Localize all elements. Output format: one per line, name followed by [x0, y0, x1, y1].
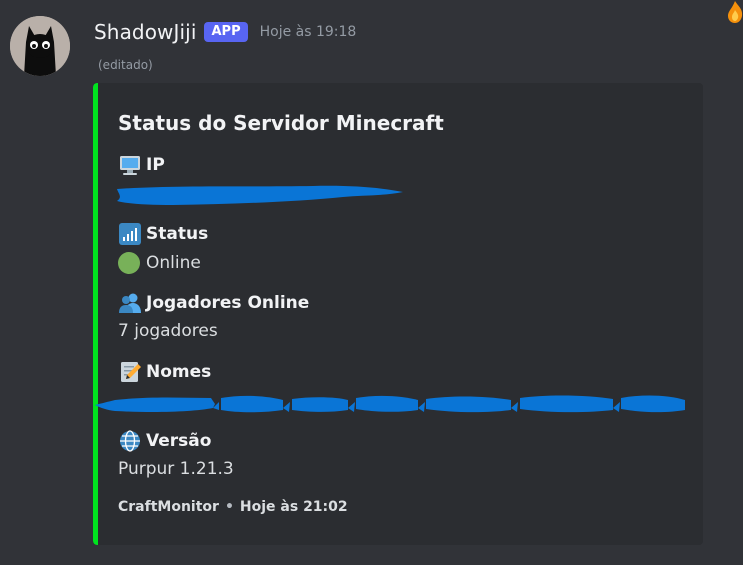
computer-icon [118, 153, 142, 177]
field-status-label: Status [146, 224, 209, 244]
green-circle-icon [118, 252, 140, 274]
field-names-name: Nomes [118, 360, 211, 384]
field-players-value: 7 jogadores [118, 321, 218, 341]
globe-icon [118, 429, 142, 453]
field-players-label: Jogadores Online [146, 293, 310, 313]
field-version-value: Purpur 1.21.3 [118, 459, 234, 479]
embed-footer: CraftMonitor • Hoje às 21:02 [118, 499, 348, 515]
redacted-names [95, 395, 685, 413]
chat-message: ShadowJiji APP Hoje às 19:18 (editado) S… [0, 0, 743, 565]
footer-source: CraftMonitor [118, 499, 219, 515]
edited-label: (editado) [98, 58, 153, 72]
field-names-label: Nomes [146, 362, 212, 382]
field-ip-label: IP [146, 155, 165, 175]
fire-icon[interactable] [726, 0, 743, 29]
memo-icon [118, 360, 142, 384]
status-text: Online [146, 253, 201, 273]
field-version-label: Versão [146, 431, 212, 451]
message-header: ShadowJiji APP Hoje às 19:18 [94, 17, 356, 47]
message-timestamp[interactable]: Hoje às 19:18 [260, 24, 357, 40]
field-players-name: Jogadores Online [118, 291, 309, 315]
field-status-name: Status [118, 222, 208, 246]
avatar[interactable] [10, 16, 70, 76]
black-cat-avatar-icon [10, 16, 70, 76]
signal-bars-icon [118, 222, 142, 246]
embed-card: Status do Servidor Minecraft IP Status O… [93, 83, 703, 545]
app-badge: APP [204, 22, 248, 42]
field-ip-name: IP [118, 153, 165, 177]
embed-title: Status do Servidor Minecraft [118, 111, 444, 135]
redacted-ip [117, 185, 403, 205]
players-icon [118, 291, 142, 315]
footer-separator: • [224, 499, 234, 515]
field-status-value: Online [118, 252, 201, 274]
embed-accent-bar [93, 83, 98, 545]
field-version-name: Versão [118, 429, 211, 453]
footer-time: Hoje às 21:02 [239, 499, 348, 515]
author-name[interactable]: ShadowJiji [94, 20, 196, 44]
